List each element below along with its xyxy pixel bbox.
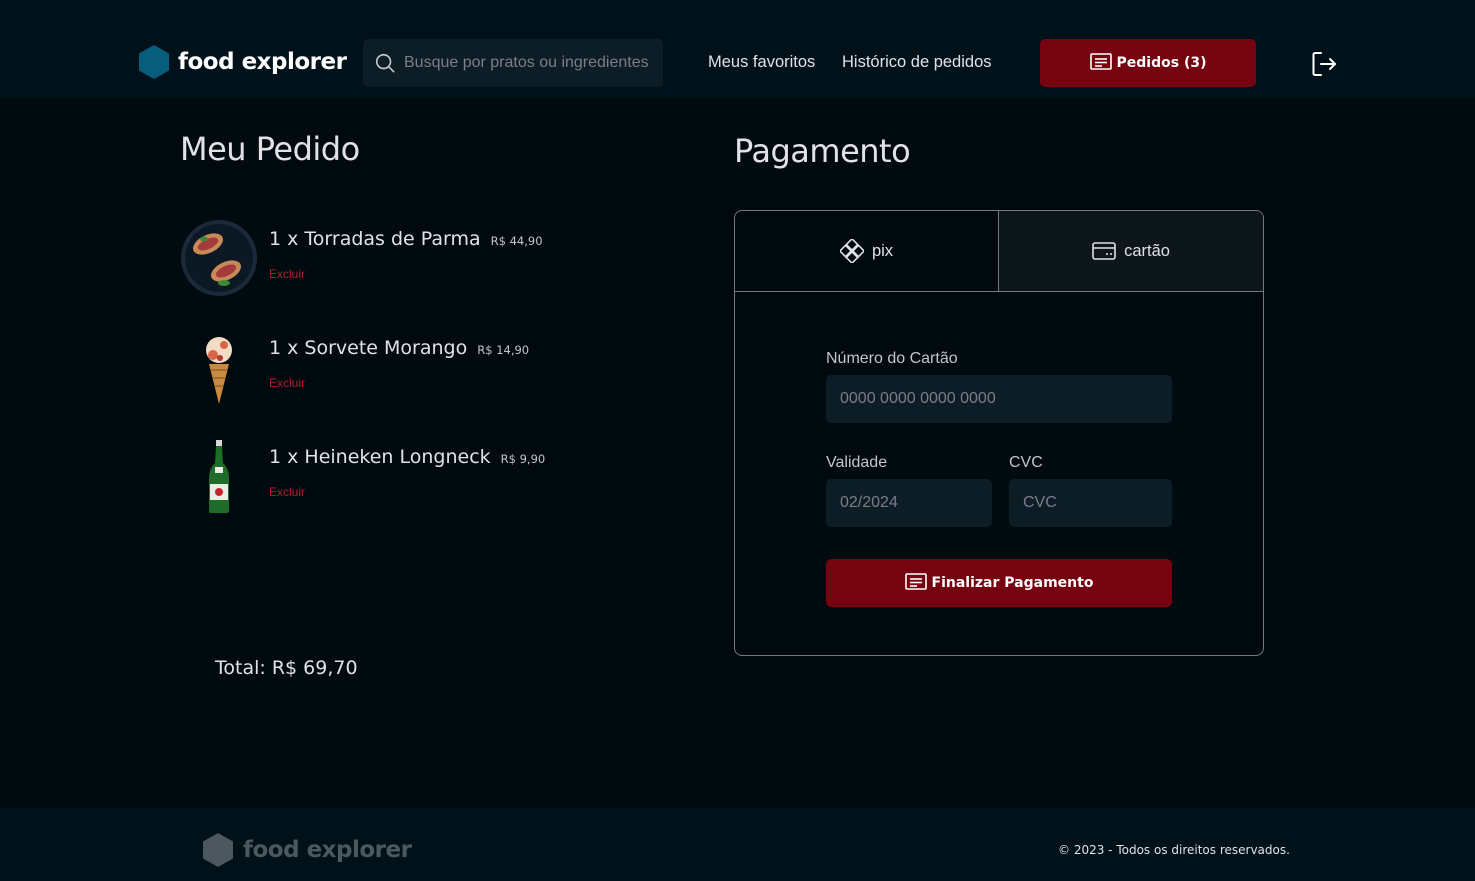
cvc-field[interactable] [1009,479,1172,527]
payment-title: Pagamento [734,132,911,170]
credit-card-icon [1092,242,1116,260]
tab-pix[interactable]: pix [735,211,999,291]
finalize-payment-button[interactable]: Finalizar Pagamento [826,559,1172,607]
receipt-icon [1089,53,1112,70]
item-name: 1 x Torradas de Parma R$ 44,90 [269,228,543,250]
nav-favorites-link[interactable]: Meus favoritos [708,53,815,72]
search-bar[interactable] [363,39,663,87]
tab-pix-label: pix [871,241,894,260]
footer: food explorer © 2023 - Todos os direitos… [0,808,1475,881]
hexagon-logo-icon [139,45,169,79]
orders-button-label: Pedidos (3) [1116,55,1207,71]
list-item: 1 x Sorvete Morango R$ 14,90 Excluir [180,328,600,406]
nav-history-link[interactable]: Histórico de pedidos [842,53,992,72]
card-number-label: Número do Cartão [826,350,958,367]
order-total: Total: R$ 69,70 [215,657,358,679]
receipt-icon [904,573,927,590]
brand-name: food explorer [178,49,347,75]
item-name: 1 x Heineken Longneck R$ 9,90 [269,446,546,468]
orders-button[interactable]: Pedidos (3) [1040,39,1256,87]
item-price: R$ 9,90 [500,452,546,466]
search-input[interactable] [404,54,654,72]
brand-logo[interactable]: food explorer [139,45,347,79]
logout-icon[interactable] [1310,50,1338,78]
remove-item-button[interactable]: Excluir [269,267,305,281]
tab-card[interactable]: cartão [999,211,1263,291]
list-item: 1 x Torradas de Parma R$ 44,90 Excluir [180,219,600,297]
expiry-field[interactable] [826,479,992,527]
dish-image [180,219,258,297]
pix-icon [839,239,864,263]
footer-brand: food explorer [203,833,412,867]
payment-tabs: pix cartão [735,211,1263,292]
copyright-text: © 2023 - Todos os direitos reservados. [1058,843,1290,857]
remove-item-button[interactable]: Excluir [269,485,305,499]
ice-cream-image [180,328,258,406]
search-icon [369,47,401,79]
item-name: 1 x Sorvete Morango R$ 14,90 [269,337,530,359]
payment-panel: pix cartão Número do Cartão Validade CVC… [734,210,1264,656]
footer-brand-name: food explorer [243,837,412,863]
cvc-label: CVC [1009,454,1043,471]
remove-item-button[interactable]: Excluir [269,376,305,390]
finalize-payment-label: Finalizar Pagamento [931,575,1094,591]
expiry-label: Validade [826,454,888,471]
hexagon-logo-icon [203,833,233,867]
beer-bottle-image [180,437,258,515]
header: food explorer Meus favoritos Histórico d… [0,0,1475,98]
tab-card-label: cartão [1124,241,1170,260]
card-number-field[interactable] [826,375,1172,423]
order-title: Meu Pedido [180,130,360,168]
item-price: R$ 14,90 [477,343,530,357]
item-price: R$ 44,90 [490,234,543,248]
list-item: 1 x Heineken Longneck R$ 9,90 Excluir [180,437,600,515]
